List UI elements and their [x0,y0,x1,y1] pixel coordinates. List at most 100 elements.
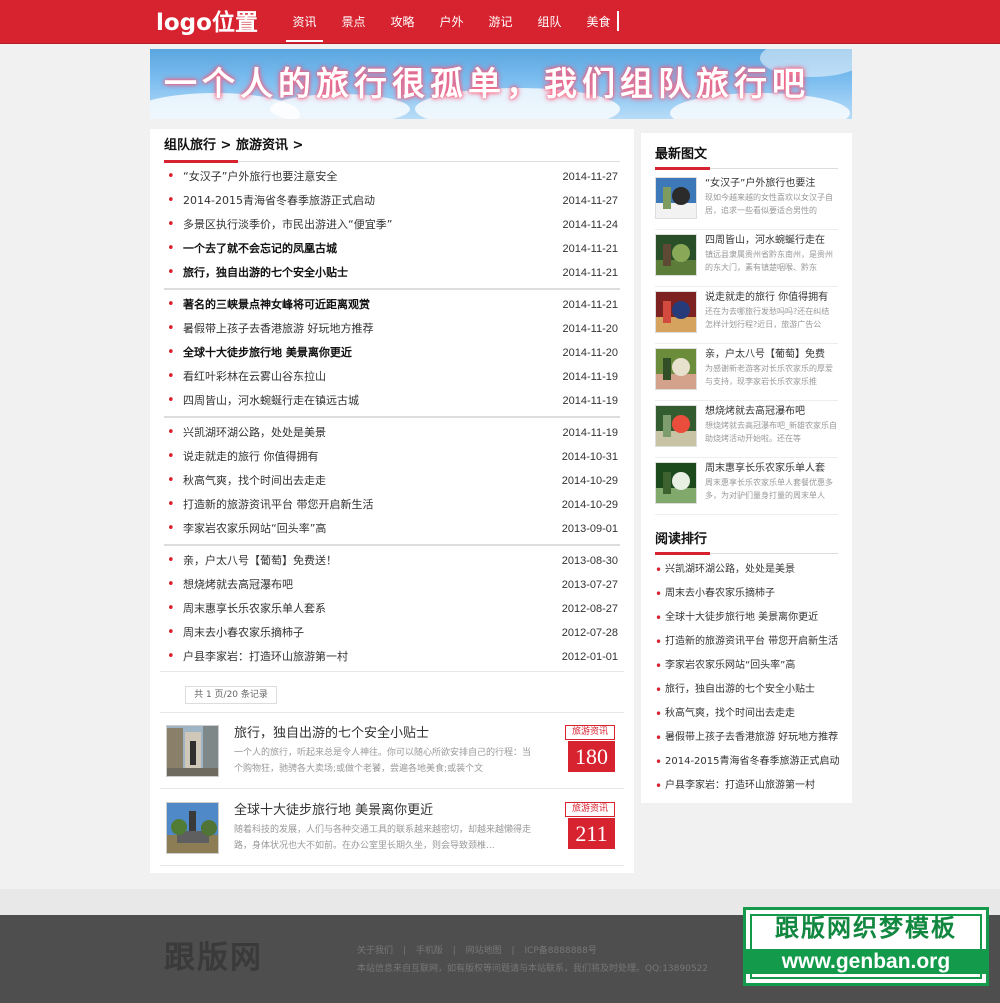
news-row[interactable]: • 暑假带上孩子去香港旅游 好玩地方推荐 2014-11-20 [164,317,620,341]
nav-item-outdoors[interactable]: 户外 [433,0,470,44]
latest-title[interactable]: 周末惠享长乐农家乐单人套 [705,462,840,476]
article-title[interactable]: 全球十大徒步旅行地 美景离你更近 [234,802,433,820]
news-row[interactable]: • 亲，户太八号【葡萄】免费送！ 2013-08-30 [164,549,620,573]
news-title[interactable]: 看红叶彩林在云雾山谷东拉山 [183,365,553,389]
ranking-item[interactable]: • 打造新的旅游资讯平台 带您开启新生活 [655,630,845,654]
latest-item[interactable]: 想烧烤就去高冠瀑布吧 想烧烤就去高冠瀑布吧_新雄农家乐自助烧烤活动开始啦。还在等 [655,401,838,458]
news-row[interactable]: • 户县李家岩：打造环山旅游第一村 2012-01-01 [164,645,620,669]
latest-thumbnail[interactable] [655,405,697,447]
ranking-title[interactable]: 旅行，独自出游的七个安全小贴士 [665,678,815,702]
news-title[interactable]: “女汉子”户外旅行也要注意安全 [183,165,553,189]
nav-item-team-up[interactable]: 组队 [531,0,568,44]
news-row[interactable]: • 说走就走的旅行 你值得拥有 2014-10-31 [164,445,620,469]
news-row[interactable]: • 多景区执行淡季价，市民出游进入“便宜季” 2014-11-24 [164,213,620,237]
news-row[interactable]: • 想烧烤就去高冠瀑布吧 2013-07-27 [164,573,620,597]
latest-item[interactable]: 说走就走的旅行 你值得拥有 还在为去哪旅行发愁吗吗?还在纠结怎样计划行程?近日，旅… [655,287,838,344]
ranking-title[interactable]: 2014-2015青海省冬春季旅游正式启动 [665,750,840,774]
news-row[interactable]: • 2014-2015青海省冬春季旅游正式启动 2014-11-27 [164,189,620,213]
footer-link-sitemap[interactable]: 网站地图 [466,946,502,956]
news-row[interactable]: • 四周皆山，河水蜿蜒行走在镇远古城 2014-11-19 [164,389,620,413]
news-title[interactable]: 四周皆山，河水蜿蜒行走在镇远古城 [183,389,553,413]
ranking-title[interactable]: 暑假带上孩子去香港旅游 好玩地方推荐 [665,726,838,750]
ranking-item[interactable]: • 周末去小春农家乐摘柿子 [655,582,845,606]
news-row[interactable]: • 一个去了就不会忘记的凤凰古城 2014-11-21 [164,237,620,261]
latest-title[interactable]: 亲，户太八号【葡萄】免费 [705,348,840,362]
nav-item-scenic-spots[interactable]: 景点 [335,0,372,44]
ranking-item[interactable]: • 兴凯湖环湖公路，处处是美景 [655,558,845,582]
news-row[interactable]: • 打造新的旅游资讯平台 带您开启新生活 2014-10-29 [164,493,620,517]
site-logo[interactable]: logo位置 [156,8,258,38]
footer-link-about[interactable]: 关于我们 [357,946,393,956]
latest-item[interactable]: “女汉子”户外旅行也要注 现如今越来越的女性喜欢以女汉子自居，追求一些看似要适合男… [655,173,838,230]
ranking-title[interactable]: 秋高气爽，找个时间出去走走 [665,702,795,726]
ranking-item[interactable]: • 李家岩农家乐网站“回头率”高 [655,654,845,678]
news-title[interactable]: 亲，户太八号【葡萄】免费送！ [183,549,553,573]
news-title[interactable]: 说走就走的旅行 你值得拥有 [183,445,553,469]
ranking-title[interactable]: 全球十大徒步旅行地 美景离你更近 [665,606,818,630]
latest-thumbnail[interactable] [655,177,697,219]
ranking-item[interactable]: • 2014-2015青海省冬春季旅游正式启动 [655,750,845,774]
latest-item[interactable]: 亲，户太八号【葡萄】免费 为感谢新老游客对长乐农家乐的厚爱与支持，现李家岩长乐农家… [655,344,838,401]
news-row[interactable]: • 全球十大徒步旅行地 美景离你更近 2014-11-20 [164,341,620,365]
category-tag[interactable]: 旅游资讯 [565,725,615,740]
latest-item[interactable]: 四周皆山，河水蜿蜒行走在 镇远县隶属贵州省黔东南州，是贵州的东大门，素有镇楚咽喉、… [655,230,838,287]
ranking-item[interactable]: • 户县李家岩：打造环山旅游第一村 [655,774,845,798]
news-date: 2014-11-21 [562,299,618,311]
news-row[interactable]: • 看红叶彩林在云雾山谷东拉山 2014-11-19 [164,365,620,389]
latest-thumbnail[interactable] [655,234,697,276]
latest-title[interactable]: 说走就走的旅行 你值得拥有 [705,291,840,305]
ranking-item[interactable]: • 暑假带上孩子去香港旅游 好玩地方推荐 [655,726,845,750]
ranking-item[interactable]: • 全球十大徒步旅行地 美景离你更近 [655,606,845,630]
ranking-item[interactable]: • 旅行，独自出游的七个安全小贴士 [655,678,845,702]
news-row[interactable]: • 著名的三峡景点神女峰将可近距离观赏 2014-11-21 [164,293,620,317]
news-title[interactable]: 一个去了就不会忘记的凤凰古城 [183,237,553,261]
news-title[interactable]: 想烧烤就去高冠瀑布吧 [183,573,553,597]
news-title[interactable]: 李家岩农家乐网站“回头率”高 [183,517,553,541]
nav-item-food[interactable]: 美食 [580,0,617,44]
latest-thumbnail[interactable] [655,291,697,333]
news-title[interactable]: 户县李家岩：打造环山旅游第一村 [183,645,553,669]
news-row[interactable]: • “女汉子”户外旅行也要注意安全 2014-11-27 [164,165,620,189]
news-title[interactable]: 周末去小春农家乐摘柿子 [183,621,553,645]
news-title[interactable]: 周末惠享长乐农家乐单人套系 [183,597,553,621]
nav-item-news[interactable]: 资讯 [286,0,323,44]
latest-title[interactable]: “女汉子”户外旅行也要注 [705,177,840,191]
ranking-title[interactable]: 周末去小春农家乐摘柿子 [665,582,775,606]
article-title[interactable]: 旅行，独自出游的七个安全小贴士 [234,725,429,743]
news-title[interactable]: 多景区执行淡季价，市民出游进入“便宜季” [183,213,553,237]
news-title[interactable]: 打造新的旅游资讯平台 带您开启新生活 [183,493,553,517]
article-thumbnail[interactable] [166,802,219,854]
news-row[interactable]: • 李家岩农家乐网站“回头率”高 2013-09-01 [164,517,620,541]
news-row[interactable]: • 秋高气爽，找个时间出去走走 2014-10-29 [164,469,620,493]
news-date: 2012-07-28 [561,627,618,639]
breadcrumb-text[interactable]: 组队旅行 > 旅游资讯 > [164,138,303,153]
ranking-title[interactable]: 户县李家岩：打造环山旅游第一村 [665,774,815,798]
news-row[interactable]: • 周末惠享长乐农家乐单人套系 2012-08-27 [164,597,620,621]
news-title[interactable]: 旅行，独自出游的七个安全小贴士 [183,261,553,285]
latest-item[interactable]: 周末惠享长乐农家乐单人套 周末惠享长乐农家乐单人套餐优惠多多，为对驴们量身打量的周… [655,458,838,515]
latest-thumbnail[interactable] [655,348,697,390]
latest-title[interactable]: 想烧烤就去高冠瀑布吧 [705,405,840,419]
bullet-icon: • [655,755,663,769]
ranking-item[interactable]: • 秋高气爽，找个时间出去走走 [655,702,845,726]
article-thumbnail[interactable] [166,725,219,777]
latest-title[interactable]: 四周皆山，河水蜿蜒行走在 [705,234,840,248]
news-title[interactable]: 暑假带上孩子去香港旅游 好玩地方推荐 [183,317,553,341]
nav-item-guides[interactable]: 攻略 [384,0,421,44]
news-row[interactable]: • 兴凯湖环湖公路，处处是美景 2014-11-19 [164,421,620,445]
news-title[interactable]: 全球十大徒步旅行地 美景离你更近 [183,341,553,365]
news-title[interactable]: 著名的三峡景点神女峰将可近距离观赏 [183,293,553,317]
banner[interactable]: 一个人的旅行很孤单，我们组队旅行吧 [150,49,852,119]
news-row[interactable]: • 旅行，独自出游的七个安全小贴士 2014-11-21 [164,261,620,285]
news-title[interactable]: 2014-2015青海省冬春季旅游正式启动 [183,189,553,213]
nav-item-travelogues[interactable]: 游记 [482,0,519,44]
ranking-title[interactable]: 打造新的旅游资讯平台 带您开启新生活 [665,630,838,654]
latest-thumbnail[interactable] [655,462,697,504]
ranking-title[interactable]: 兴凯湖环湖公路，处处是美景 [665,558,795,582]
category-tag[interactable]: 旅游资讯 [565,802,615,817]
news-title[interactable]: 兴凯湖环湖公路，处处是美景 [183,421,553,445]
news-title[interactable]: 秋高气爽，找个时间出去走走 [183,469,553,493]
footer-link-mobile[interactable]: 手机版 [416,946,443,956]
news-row[interactable]: • 周末去小春农家乐摘柿子 2012-07-28 [164,621,620,645]
ranking-title[interactable]: 李家岩农家乐网站“回头率”高 [665,654,795,678]
